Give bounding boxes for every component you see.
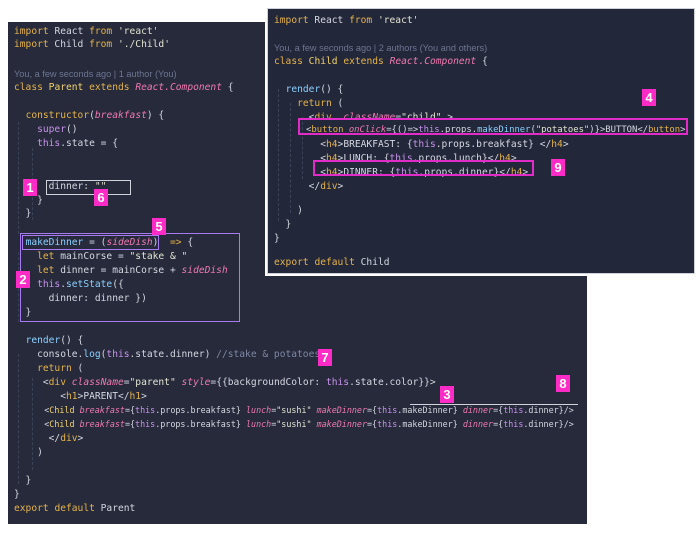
code-line[interactable]: render() {: [14, 334, 84, 347]
code-line[interactable]: super(): [14, 123, 77, 136]
badge-6: 6: [94, 189, 108, 206]
code-line[interactable]: export default Child: [274, 256, 390, 269]
code-line[interactable]: constructor(breakfast) {: [14, 109, 165, 122]
git-blame-annotation[interactable]: You, a few seconds ago | 1 author (You): [14, 68, 177, 81]
code-line[interactable]: class Parent extends React.Component {: [14, 81, 234, 94]
code-line[interactable]: this.state = {: [14, 137, 118, 150]
code-line[interactable]: import React from 'react': [14, 25, 158, 38]
underline-makedinner-prop: [410, 404, 578, 405]
code-line[interactable]: <h4>BREAKFAST: {this.props.breakfast} </…: [274, 138, 568, 151]
code-line[interactable]: export default Parent: [14, 502, 135, 515]
code-line[interactable]: render() {: [274, 83, 344, 96]
highlight-box-dinner-state: [46, 180, 131, 195]
badge-8: 8: [556, 375, 570, 392]
code-line[interactable]: import React from 'react': [274, 14, 418, 27]
code-line[interactable]: </div>: [274, 180, 344, 193]
code-line[interactable]: }: [274, 218, 292, 231]
token: React: [54, 26, 84, 37]
badge-2: 2: [16, 271, 30, 288]
code-line[interactable]: }: [14, 488, 20, 501]
code-line[interactable]: ): [274, 204, 303, 217]
badge-5: 5: [152, 218, 166, 235]
code-line[interactable]: <Child breakfast={this.props.breakfast} …: [14, 404, 574, 417]
badge-9: 9: [551, 159, 565, 176]
child-code-editor[interactable]: import React from 'react' You, a few sec…: [267, 8, 695, 274]
git-blame-annotation[interactable]: You, a few seconds ago | 2 authors (You …: [274, 42, 487, 55]
code-line[interactable]: <div className="parent" style={{backgrou…: [14, 376, 436, 389]
highlight-box-dinner-prop: [313, 160, 534, 176]
code-line[interactable]: import Child from './Child': [14, 38, 170, 51]
code-line[interactable]: }: [14, 207, 32, 220]
badge-4: 4: [642, 89, 656, 106]
code-line[interactable]: }: [274, 232, 280, 245]
badge-7: 7: [318, 349, 332, 366]
code-line[interactable]: class Child extends React.Component {: [274, 55, 488, 68]
code-line[interactable]: <Child breakfast={this.props.breakfast} …: [14, 418, 574, 431]
code-line[interactable]: <h1>PARENT</h1>: [14, 390, 147, 403]
code-line[interactable]: </div>: [14, 432, 84, 445]
highlight-box-sidedish: [22, 235, 159, 250]
highlight-box-button: [298, 118, 688, 135]
badge-3: 3: [440, 386, 454, 403]
code-line[interactable]: return (: [14, 362, 83, 375]
code-line[interactable]: return (: [274, 97, 343, 110]
code-line[interactable]: }: [14, 474, 32, 487]
code-line[interactable]: console.log(this.state.dinner) //stake &…: [14, 348, 320, 361]
badge-1: 1: [23, 179, 37, 196]
code-line[interactable]: ): [14, 446, 43, 459]
